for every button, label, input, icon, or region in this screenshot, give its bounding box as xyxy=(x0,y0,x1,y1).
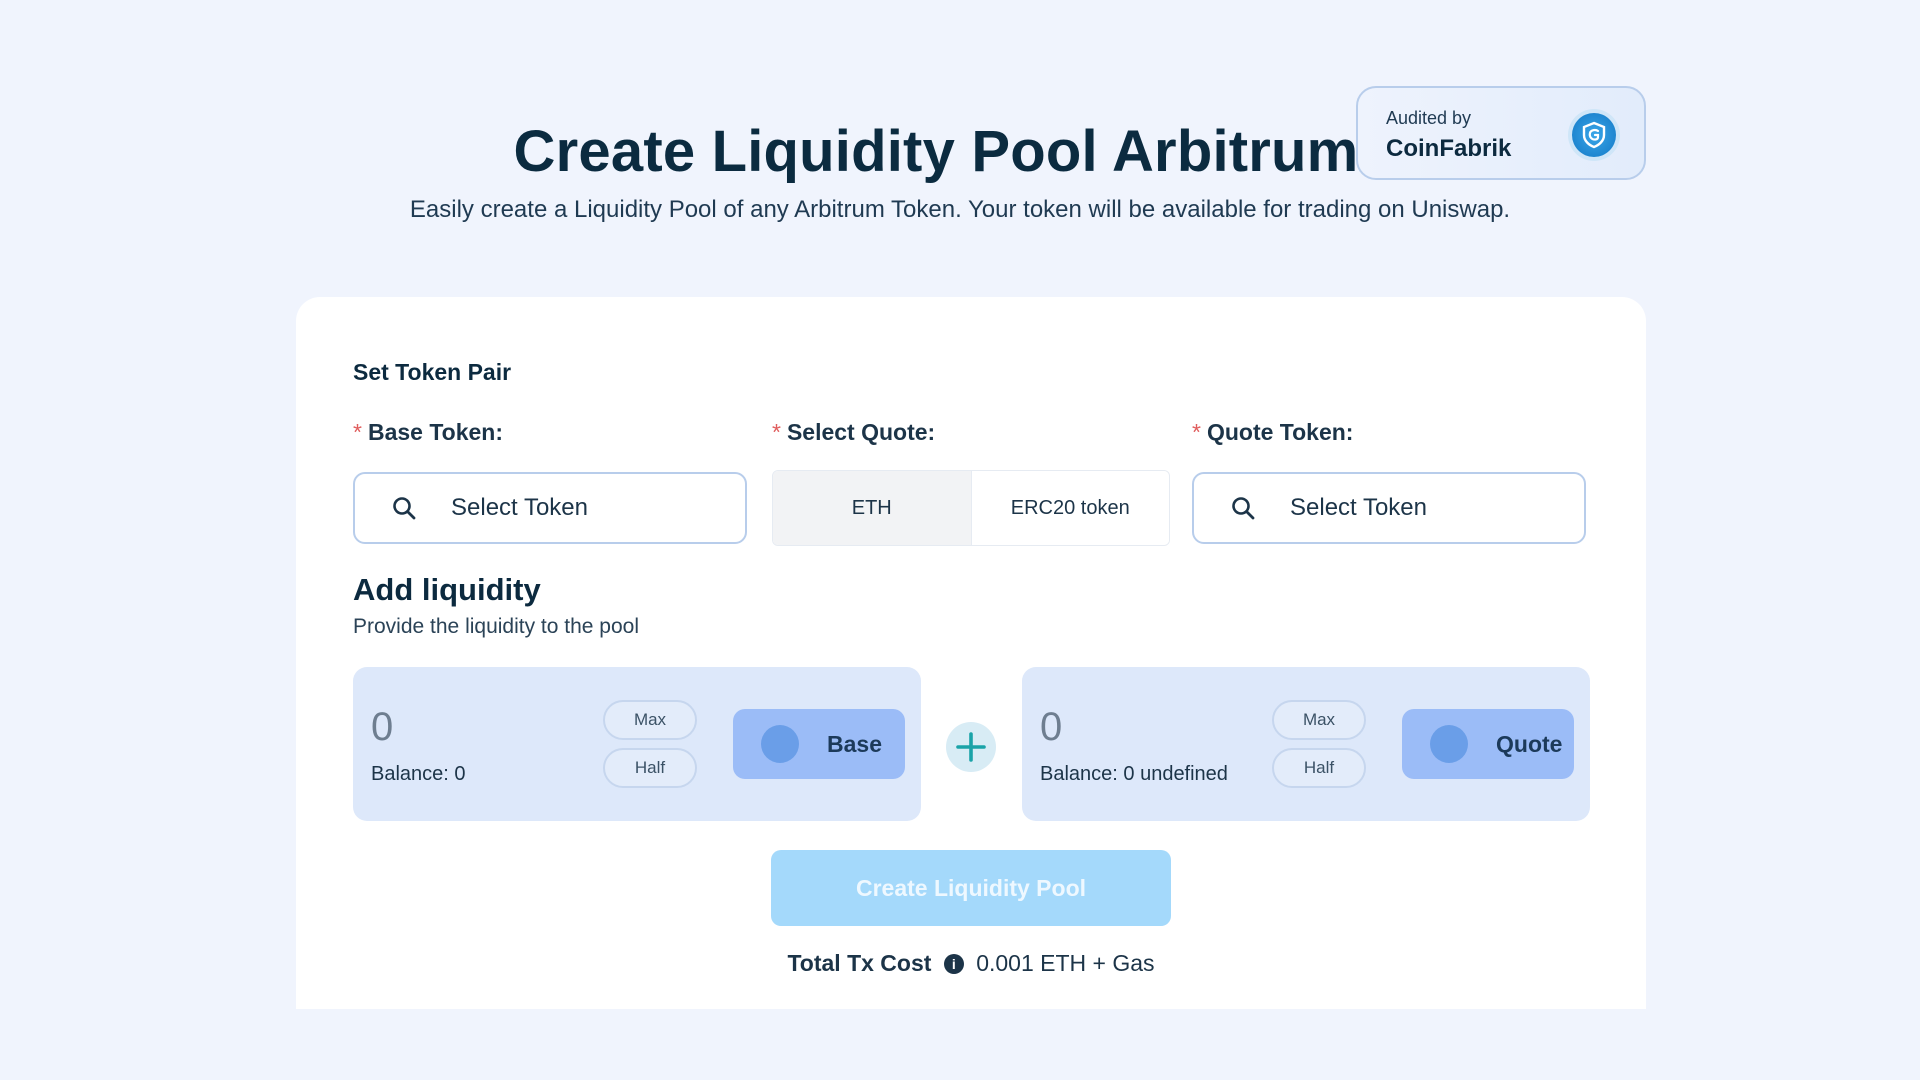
page-subtitle: Easily create a Liquidity Pool of any Ar… xyxy=(409,196,1511,223)
base-token-select[interactable]: Select Token xyxy=(353,472,747,544)
quote-balance: Balance: 0 undefined xyxy=(1040,763,1228,785)
required-mark: * xyxy=(353,419,362,445)
token-placeholder-icon xyxy=(1430,725,1468,763)
quote-option-eth[interactable]: ETH xyxy=(773,471,971,545)
required-mark: * xyxy=(1192,419,1201,445)
add-liquidity-title: Add liquidity xyxy=(353,572,541,607)
audit-badge[interactable]: Audited by CoinFabrik xyxy=(1356,86,1646,180)
base-balance: Balance: 0 xyxy=(371,763,466,785)
base-token-label: * Base Token: xyxy=(353,419,504,445)
create-pool-card: Set Token Pair * Base Token: * Select Quot… xyxy=(296,297,1646,1009)
base-token-placeholder: Select Token xyxy=(451,494,588,521)
token-placeholder-icon xyxy=(761,725,799,763)
quote-option-erc20[interactable]: ERC20 token xyxy=(970,471,1169,545)
tx-cost-value: 0.001 ETH + Gas xyxy=(976,950,1155,976)
base-half-button[interactable]: Half xyxy=(603,748,697,788)
base-token-button[interactable]: Base xyxy=(733,709,905,779)
quote-max-button[interactable]: Max xyxy=(1272,700,1366,740)
quote-token-button-label: Quote xyxy=(1496,730,1563,757)
base-max-button[interactable]: Max xyxy=(603,700,697,740)
base-liquidity-panel: 0 Balance: 0 Max Half Base xyxy=(353,667,921,821)
quote-amount-input[interactable]: 0 xyxy=(1040,705,1062,750)
tx-cost-line: Total Tx Cost i 0.001 ETH + Gas xyxy=(296,950,1646,977)
quote-token-select[interactable]: Select Token xyxy=(1192,472,1586,544)
required-mark: * xyxy=(772,419,781,445)
add-liquidity-subtitle: Provide the liquidity to the pool xyxy=(353,615,640,638)
search-icon xyxy=(1230,495,1256,521)
quote-token-label: * Quote Token: xyxy=(1192,419,1354,445)
tx-cost-label: Total Tx Cost xyxy=(787,950,932,976)
quote-type-toggle: ETH ERC20 token xyxy=(772,470,1170,546)
quote-half-button[interactable]: Half xyxy=(1272,748,1366,788)
base-token-button-label: Base xyxy=(827,730,882,757)
quote-liquidity-panel: 0 Balance: 0 undefined Max Half Quote xyxy=(1022,667,1590,821)
page: Create Liquidity Pool Arbitrum Easily cr… xyxy=(0,0,1920,1080)
info-icon[interactable]: i xyxy=(943,954,964,974)
coinfabrik-shield-icon xyxy=(1572,113,1616,157)
base-amount-input[interactable]: 0 xyxy=(371,705,393,750)
select-quote-label: * Select Quote: xyxy=(772,419,936,445)
create-liquidity-pool-button[interactable]: Create Liquidity Pool xyxy=(771,850,1171,926)
quote-token-button[interactable]: Quote xyxy=(1402,709,1574,779)
plus-icon xyxy=(946,722,996,772)
token-pair-title: Set Token Pair xyxy=(353,359,512,385)
search-icon xyxy=(391,495,417,521)
quote-token-placeholder: Select Token xyxy=(1290,494,1427,521)
